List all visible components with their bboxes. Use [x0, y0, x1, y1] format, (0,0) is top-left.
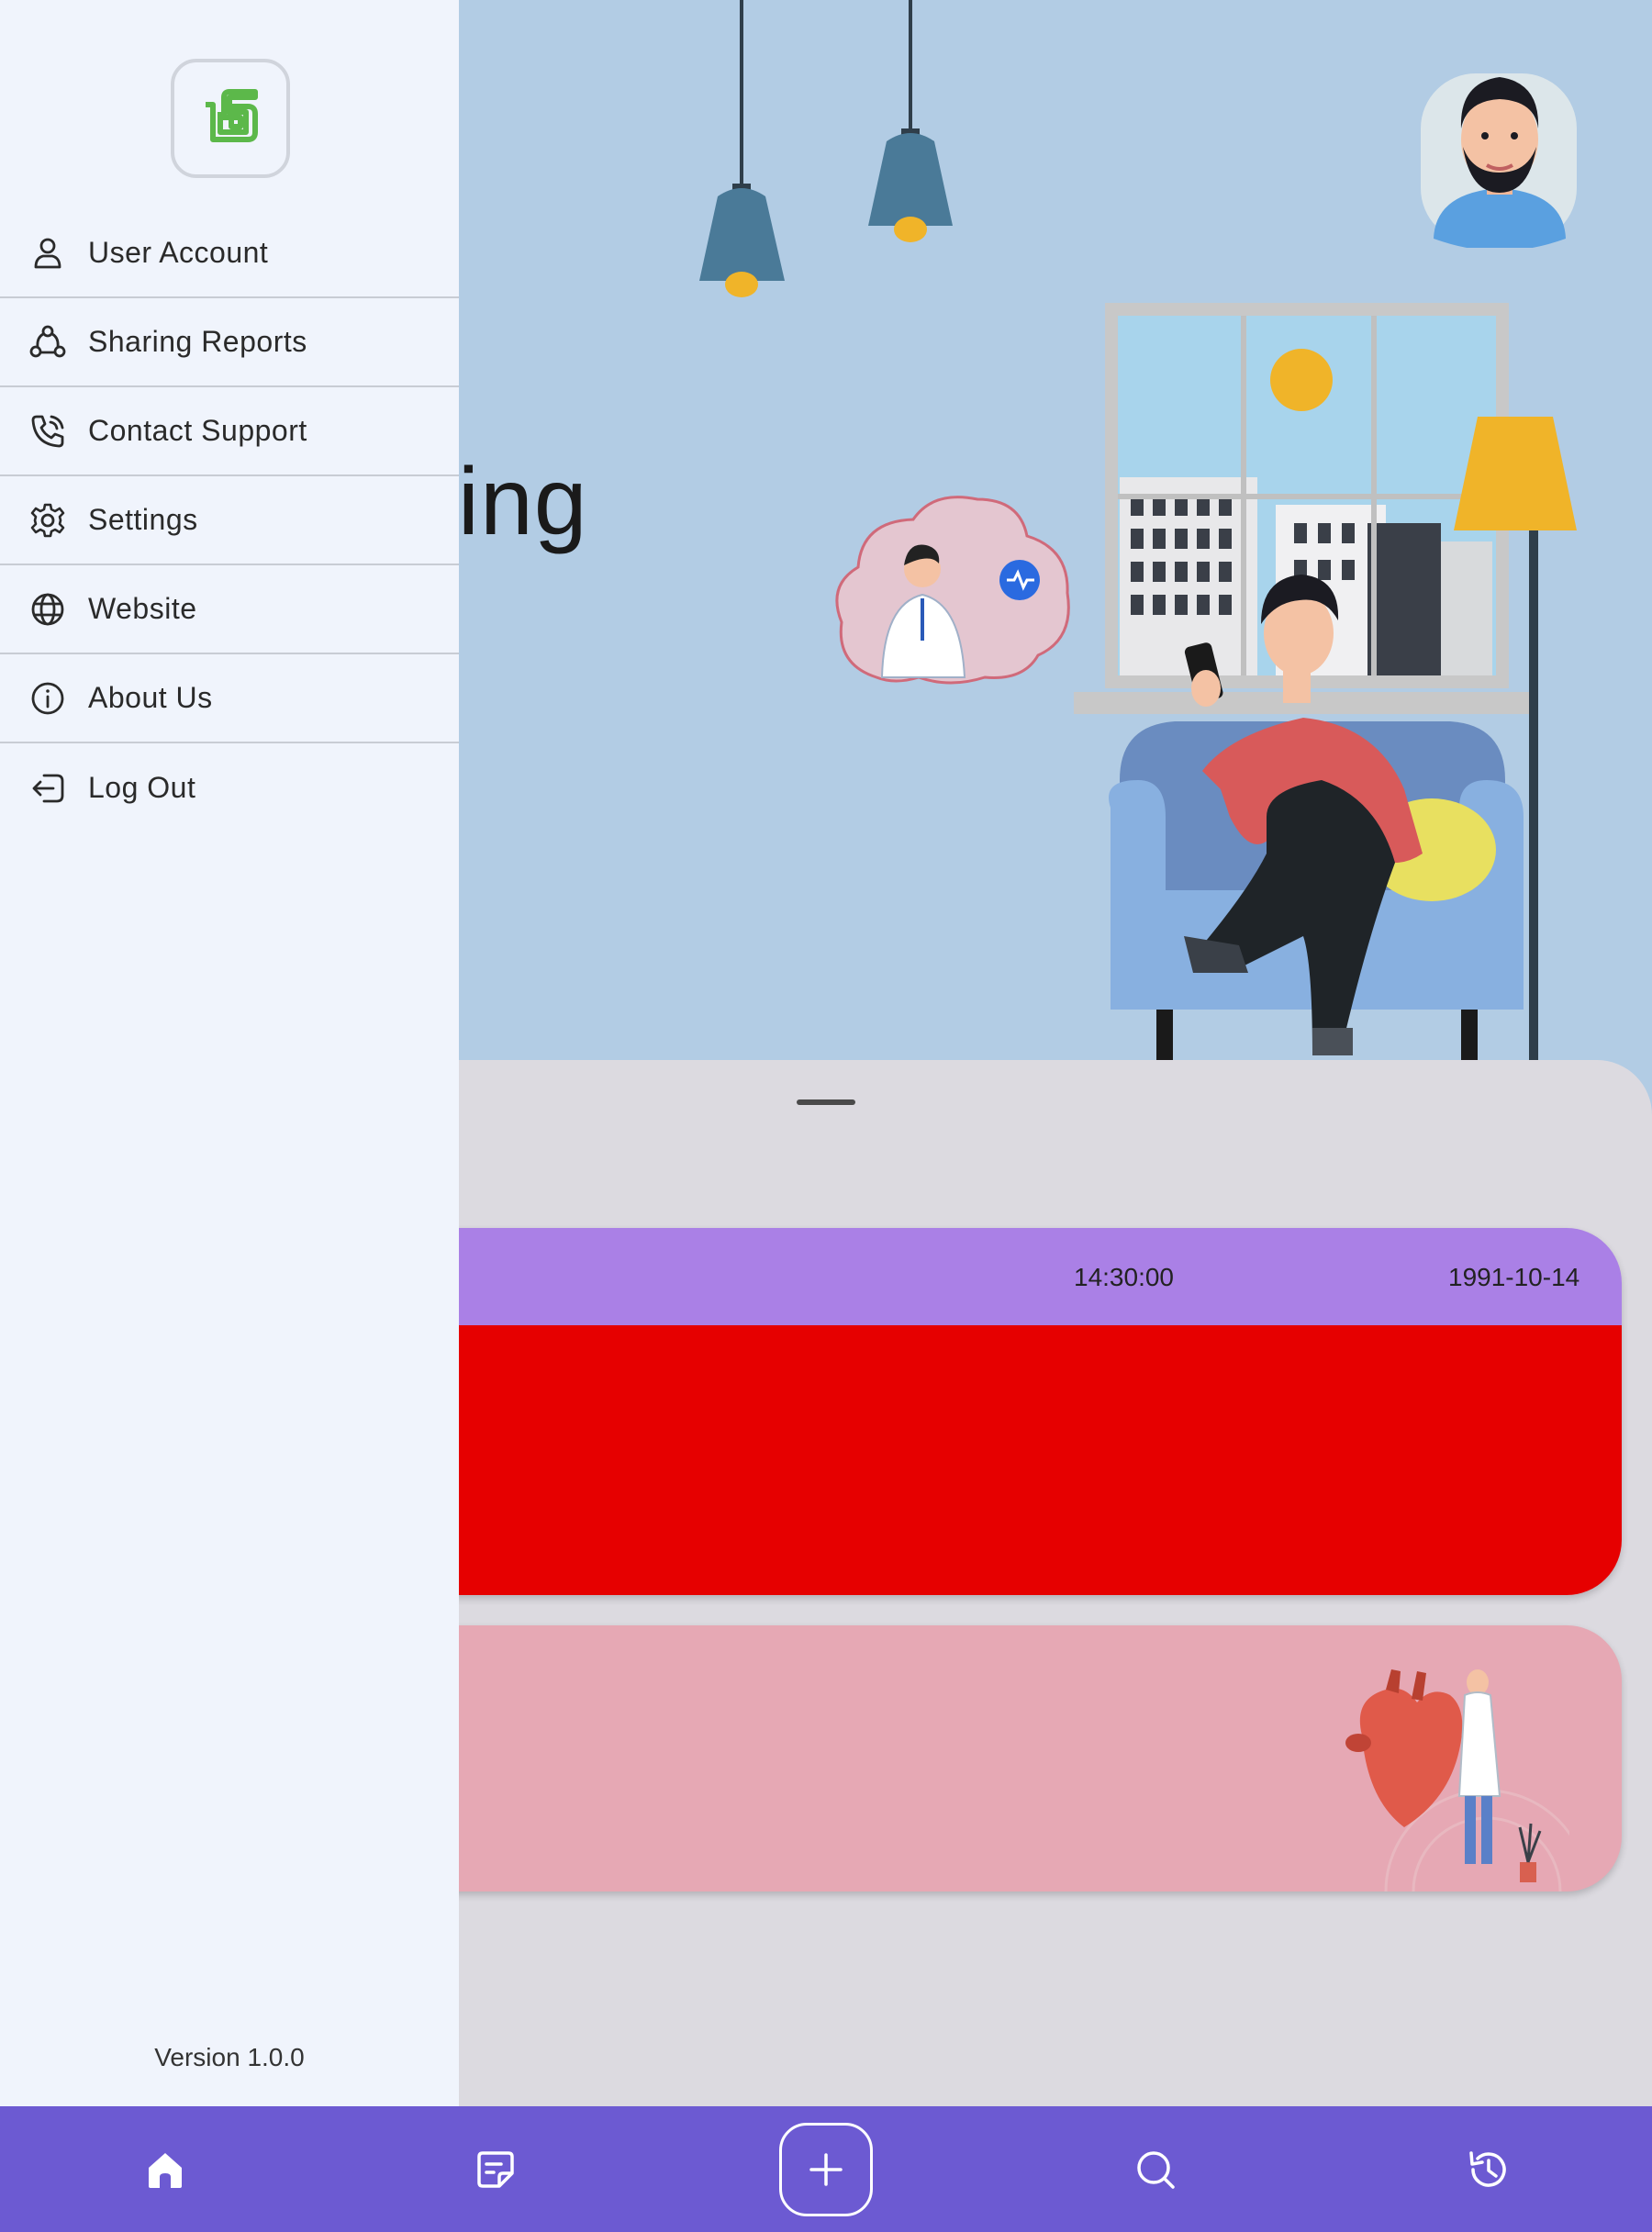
share-icon — [29, 324, 66, 361]
logout-icon — [29, 770, 66, 807]
add-icon — [809, 2153, 843, 2186]
nav-history-button[interactable] — [1433, 2106, 1543, 2232]
user-icon — [29, 235, 66, 272]
nav-home-button[interactable] — [110, 2106, 220, 2232]
menu-item-label: User Account — [88, 236, 269, 269]
search-icon — [1137, 2150, 1175, 2189]
menu-item-contact-support[interactable]: Contact Support — [0, 387, 459, 476]
menu-item-label: Sharing Reports — [88, 325, 307, 358]
phone-icon — [29, 413, 66, 450]
info-icon — [29, 680, 66, 717]
nav-search-button[interactable] — [1100, 2106, 1211, 2232]
globe-icon — [29, 591, 66, 628]
drawer-menu: User Account Sharing Reports Contact Sup… — [0, 209, 459, 832]
leaf-logo-icon — [206, 89, 258, 142]
menu-item-sharing-reports[interactable]: Sharing Reports — [0, 298, 459, 387]
menu-item-about-us[interactable]: About Us — [0, 654, 459, 743]
menu-item-website[interactable]: Website — [0, 565, 459, 654]
app-version: Version 1.0.0 — [154, 2043, 305, 2071]
notes-icon — [477, 2150, 514, 2188]
navigation-drawer: User Account Sharing Reports Contact Sup… — [0, 0, 459, 2106]
menu-item-label: About Us — [88, 681, 213, 714]
menu-item-label: Website — [88, 592, 197, 625]
menu-item-settings[interactable]: Settings — [0, 476, 459, 565]
home-icon — [149, 2152, 182, 2188]
nav-add-button[interactable] — [779, 2123, 873, 2216]
bottom-navigation — [0, 2106, 1652, 2232]
menu-item-label: Log Out — [88, 771, 196, 804]
menu-item-label: Contact Support — [88, 414, 307, 447]
menu-item-label: Settings — [88, 503, 198, 536]
history-icon — [1469, 2150, 1506, 2187]
app-logo — [171, 59, 290, 178]
menu-item-user-account[interactable]: User Account — [0, 209, 459, 298]
nav-notes-button[interactable] — [441, 2106, 551, 2232]
gear-icon — [29, 502, 66, 539]
menu-item-log-out[interactable]: Log Out — [0, 743, 459, 832]
drawer-scrim[interactable] — [459, 0, 1652, 2106]
